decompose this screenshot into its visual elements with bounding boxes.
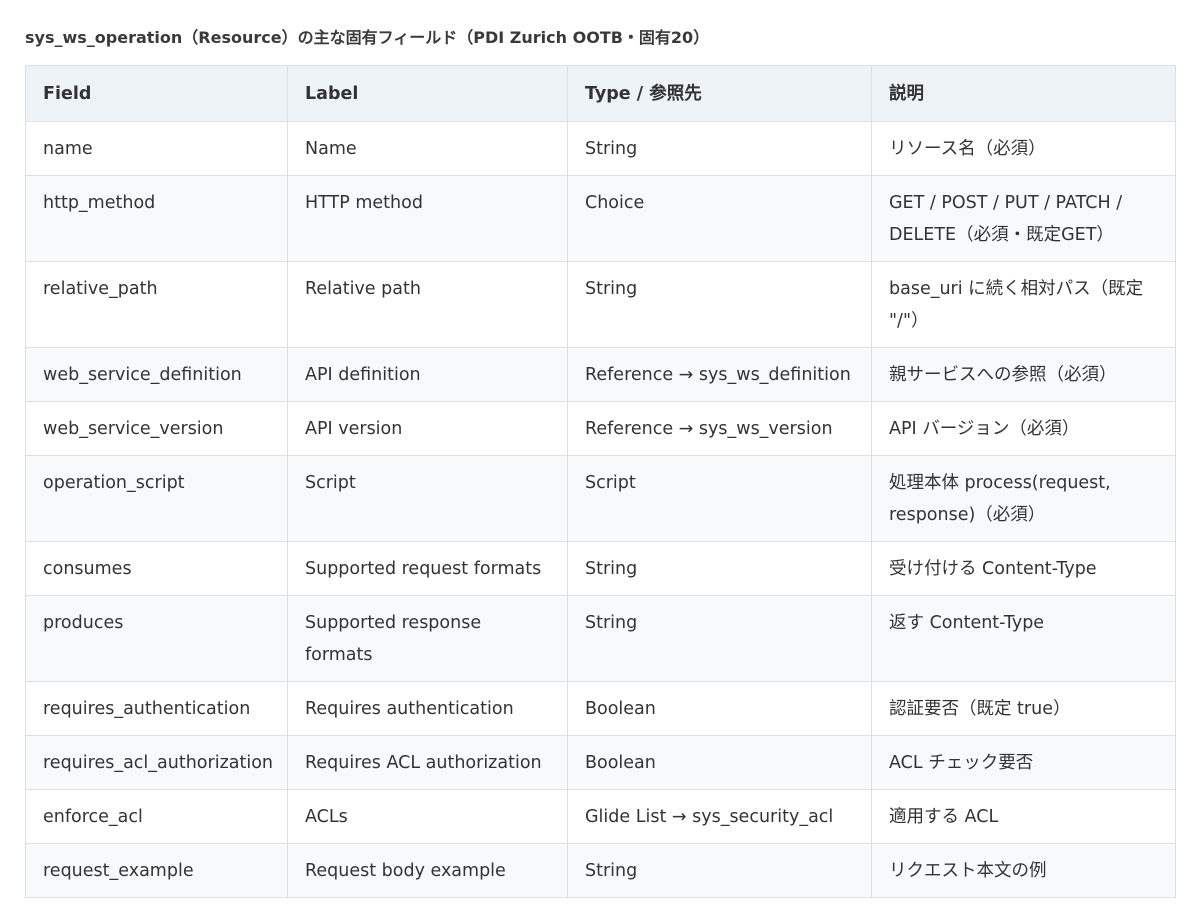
cell-label: Relative path <box>287 261 568 348</box>
cell-type: Choice <box>567 175 872 262</box>
cell-type: String <box>567 261 872 348</box>
cell-description: ACL チェック要否 <box>871 735 1176 790</box>
cell-type: String <box>567 121 872 176</box>
cell-field: relative_path <box>25 261 288 348</box>
cell-field: consumes <box>25 541 288 596</box>
cell-type: String <box>567 541 872 596</box>
table-row: web_service_definition API definition Re… <box>25 347 1176 402</box>
header-field: Field <box>25 65 288 122</box>
table-row: request_example Request body example Str… <box>25 843 1176 898</box>
cell-description: 親サービスへの参照（必須） <box>871 347 1176 402</box>
table-row: requires_authentication Requires authent… <box>25 681 1176 736</box>
cell-description: リソース名（必須） <box>871 121 1176 176</box>
cell-field: requires_acl_authorization <box>25 735 288 790</box>
cell-label: API definition <box>287 347 568 402</box>
header-description: 説明 <box>871 65 1176 122</box>
cell-label: Requires ACL authorization <box>287 735 568 790</box>
header-type: Type / 参照先 <box>567 65 872 122</box>
cell-description: 返す Content-Type <box>871 595 1176 682</box>
cell-description: 認証要否（既定 true） <box>871 681 1176 736</box>
cell-field: web_service_version <box>25 401 288 456</box>
cell-description: base_uri に続く相対パス（既定 "/"） <box>871 261 1176 348</box>
cell-type: Reference → sys_ws_definition <box>567 347 872 402</box>
cell-description: API バージョン（必須） <box>871 401 1176 456</box>
cell-description: GET / POST / PUT / PATCH / DELETE（必須・既定G… <box>871 175 1176 262</box>
cell-field: enforce_acl <box>25 789 288 844</box>
table-body: name Name String リソース名（必須） http_method H… <box>25 121 1176 898</box>
table-caption: sys_ws_operation（Resource）の主な固有フィールド（PDI… <box>25 28 710 47</box>
cell-field: name <box>25 121 288 176</box>
cell-description: 処理本体 process(request, response)（必須） <box>871 455 1176 542</box>
cell-field: operation_script <box>25 455 288 542</box>
cell-field: web_service_definition <box>25 347 288 402</box>
header-label: Label <box>287 65 568 122</box>
cell-type: Script <box>567 455 872 542</box>
cell-description: リクエスト本文の例 <box>871 843 1176 898</box>
table-row: enforce_acl ACLs Glide List → sys_securi… <box>25 789 1176 844</box>
cell-label: HTTP method <box>287 175 568 262</box>
page: sys_ws_operation（Resource）の主な固有フィールド（PDI… <box>0 0 1200 910</box>
cell-description: 適用する ACL <box>871 789 1176 844</box>
fields-table: Field Label Type / 参照先 説明 name Name Stri… <box>25 65 1176 898</box>
cell-label: Supported response formats <box>287 595 568 682</box>
cell-label: API version <box>287 401 568 456</box>
cell-label: Request body example <box>287 843 568 898</box>
cell-type: String <box>567 843 872 898</box>
table-row: http_method HTTP method Choice GET / POS… <box>25 175 1176 262</box>
cell-field: produces <box>25 595 288 682</box>
cell-label: Supported request formats <box>287 541 568 596</box>
cell-label: Requires authentication <box>287 681 568 736</box>
table-row: relative_path Relative path String base_… <box>25 261 1176 348</box>
cell-label: Name <box>287 121 568 176</box>
cell-label: ACLs <box>287 789 568 844</box>
table-row: produces Supported response formats Stri… <box>25 595 1176 682</box>
cell-field: http_method <box>25 175 288 262</box>
header-row: Field Label Type / 参照先 説明 <box>25 65 1176 122</box>
cell-type: Glide List → sys_security_acl <box>567 789 872 844</box>
cell-type: Boolean <box>567 681 872 736</box>
cell-type: Reference → sys_ws_version <box>567 401 872 456</box>
table-row: name Name String リソース名（必須） <box>25 121 1176 176</box>
cell-type: String <box>567 595 872 682</box>
table-row: operation_script Script Script 処理本体 proc… <box>25 455 1176 542</box>
table-header: Field Label Type / 参照先 説明 <box>25 65 1176 122</box>
cell-description: 受け付ける Content-Type <box>871 541 1176 596</box>
cell-field: requires_authentication <box>25 681 288 736</box>
cell-label: Script <box>287 455 568 542</box>
table-row: requires_acl_authorization Requires ACL … <box>25 735 1176 790</box>
cell-type: Boolean <box>567 735 872 790</box>
table-row: web_service_version API version Referenc… <box>25 401 1176 456</box>
table-row: consumes Supported request formats Strin… <box>25 541 1176 596</box>
cell-field: request_example <box>25 843 288 898</box>
